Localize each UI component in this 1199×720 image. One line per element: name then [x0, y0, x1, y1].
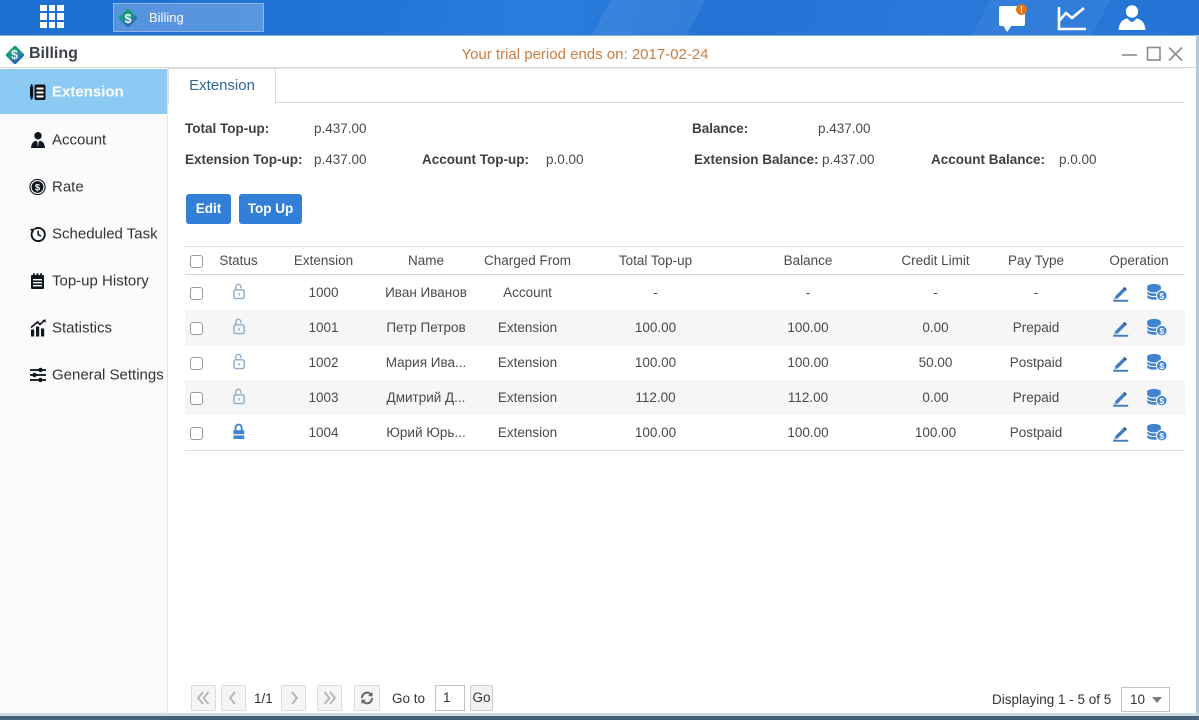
svg-text:$: $ [35, 182, 41, 193]
svg-text:$: $ [1159, 291, 1164, 301]
svg-text:$: $ [1159, 396, 1164, 406]
svg-text:!: ! [1020, 5, 1023, 15]
svg-text:$: $ [1159, 326, 1164, 336]
svg-text:$: $ [1159, 361, 1164, 371]
svg-text:$: $ [1159, 431, 1164, 441]
